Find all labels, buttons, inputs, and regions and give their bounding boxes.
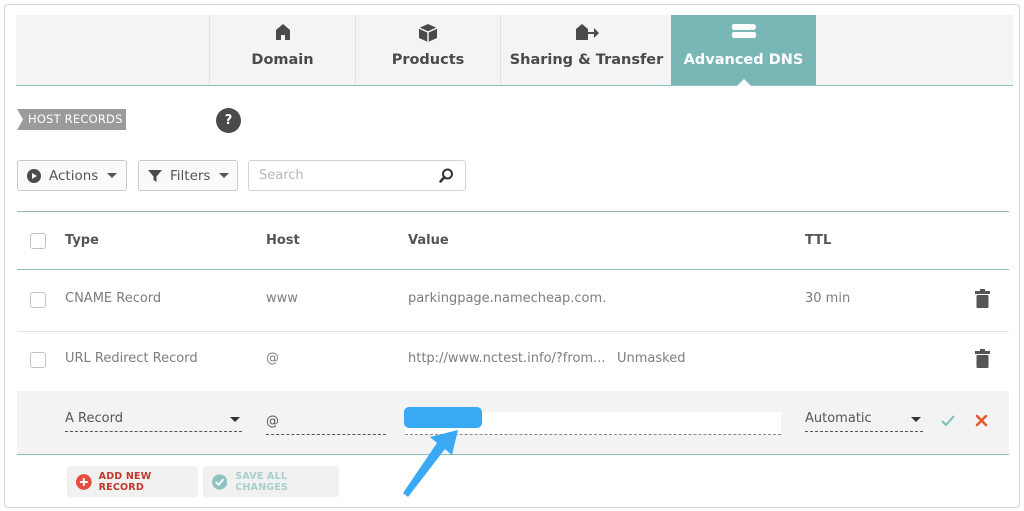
column-header-ttl[interactable]: TTL bbox=[805, 233, 831, 248]
tab-bar: Domain Products Sharing & Transfer Advan… bbox=[16, 15, 1013, 86]
ttl-value: Automatic bbox=[805, 411, 872, 426]
tab-label: Products bbox=[391, 52, 465, 68]
column-header-type[interactable]: Type bbox=[65, 233, 99, 248]
record-host: @ bbox=[266, 351, 279, 366]
filters-label: Filters bbox=[170, 167, 211, 184]
tab-domain[interactable]: Domain bbox=[209, 15, 355, 85]
ttl-select[interactable]: Automatic bbox=[805, 411, 923, 432]
redirect-mode: Unmasked bbox=[617, 351, 686, 366]
trash-icon[interactable] bbox=[975, 349, 990, 368]
add-new-record-label: ADD NEW RECORD bbox=[98, 470, 152, 493]
record-type: CNAME Record bbox=[65, 291, 162, 306]
record-value: http://www.nctest.info/?from... bbox=[408, 351, 606, 366]
house-icon bbox=[210, 23, 355, 43]
add-new-record-button[interactable]: ADD NEW RECORD bbox=[67, 466, 198, 497]
filters-dropdown[interactable]: Filters bbox=[138, 160, 238, 191]
chevron-down-icon bbox=[107, 173, 118, 178]
table-bottom-rule bbox=[17, 454, 1009, 455]
host-input[interactable]: @ bbox=[266, 414, 386, 435]
chevron-down-icon bbox=[230, 417, 240, 422]
select-all-checkbox[interactable] bbox=[30, 233, 46, 249]
pointer-arrow-icon bbox=[403, 430, 458, 497]
record-type-select[interactable]: A Record bbox=[65, 411, 242, 432]
actions-label: Actions bbox=[49, 167, 99, 184]
host-value: @ bbox=[266, 414, 279, 429]
tab-advanced-dns[interactable]: Advanced DNS bbox=[671, 15, 816, 86]
box-icon bbox=[356, 23, 500, 43]
column-header-value[interactable]: Value bbox=[408, 233, 449, 248]
table-header-rule bbox=[17, 269, 1009, 270]
row-divider bbox=[17, 331, 1009, 332]
plus-circle-icon bbox=[76, 473, 92, 490]
tab-products[interactable]: Products bbox=[355, 15, 500, 85]
search-box bbox=[248, 160, 466, 191]
record-value: parkingpage.namecheap.com. bbox=[408, 291, 607, 306]
check-circle-icon bbox=[212, 473, 228, 490]
record-type: URL Redirect Record bbox=[65, 351, 198, 366]
tab-label: Domain bbox=[251, 52, 314, 68]
search-input[interactable] bbox=[257, 167, 431, 184]
row-checkbox[interactable] bbox=[30, 292, 46, 308]
actions-dropdown[interactable]: Actions bbox=[17, 160, 127, 191]
trash-icon[interactable] bbox=[975, 289, 990, 308]
tab-label: Sharing & Transfer bbox=[509, 52, 664, 68]
save-all-changes-button[interactable]: SAVE ALL CHANGES bbox=[203, 466, 339, 497]
help-icon[interactable]: ? bbox=[216, 108, 241, 133]
chevron-down-icon bbox=[219, 173, 230, 178]
host-records-tag: HOST RECORDS bbox=[17, 109, 126, 130]
search-icon[interactable] bbox=[439, 168, 454, 183]
play-circle-icon bbox=[27, 168, 41, 183]
close-icon[interactable] bbox=[975, 414, 988, 427]
save-all-changes-label: SAVE ALL CHANGES bbox=[235, 470, 289, 493]
filter-icon bbox=[148, 169, 162, 182]
tab-sharing-transfer[interactable]: Sharing & Transfer bbox=[500, 15, 672, 85]
row-checkbox[interactable] bbox=[30, 352, 46, 368]
record-ttl: 30 min bbox=[805, 291, 851, 306]
dns-panel: Domain Products Sharing & Transfer Advan… bbox=[4, 4, 1020, 508]
record-host: www bbox=[266, 291, 298, 306]
column-header-host[interactable]: Host bbox=[266, 233, 300, 248]
tab-label: Advanced DNS bbox=[683, 52, 804, 68]
chevron-down-icon bbox=[911, 417, 921, 422]
record-type-value: A Record bbox=[65, 411, 123, 426]
server-icon bbox=[671, 23, 816, 43]
transfer-icon bbox=[501, 23, 672, 43]
check-icon[interactable] bbox=[941, 415, 955, 427]
table-top-rule bbox=[17, 211, 1009, 212]
